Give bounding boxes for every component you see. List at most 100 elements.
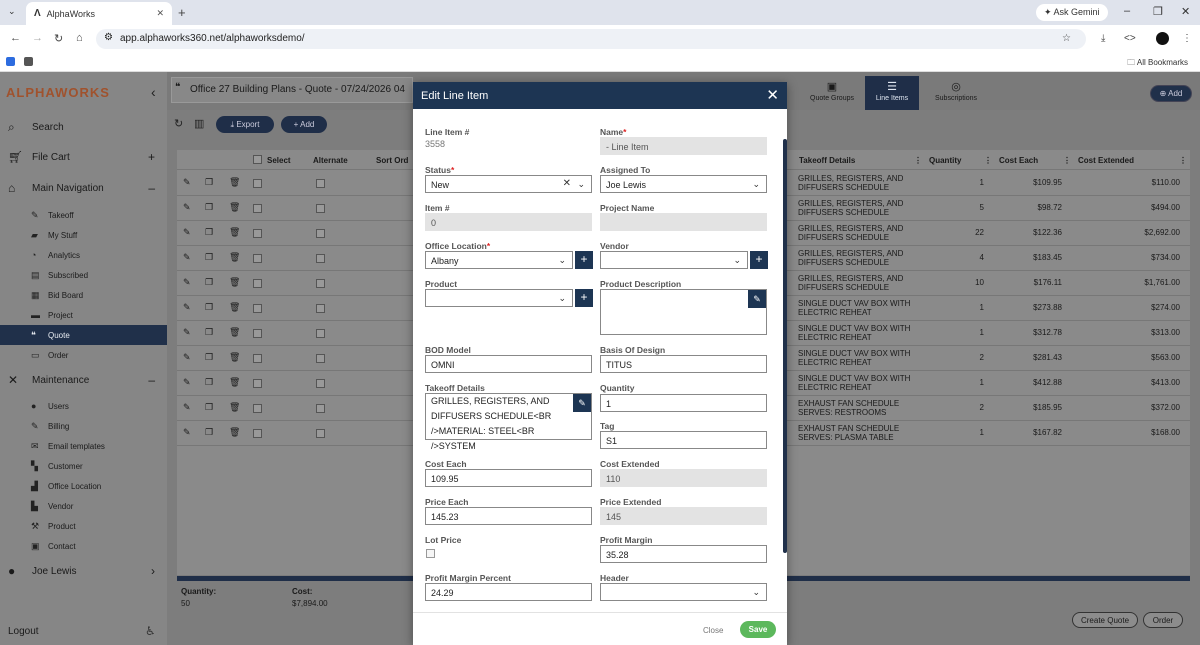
trash-icon[interactable]: 🗑︎	[229, 252, 240, 263]
select-checkbox[interactable]	[253, 204, 262, 213]
column-chooser-icon[interactable]: ▥	[194, 117, 204, 130]
alternate-checkbox[interactable]	[316, 354, 325, 363]
sidebar-user[interactable]: ● Joe Lewis ›	[0, 561, 167, 581]
edit-pencil-icon[interactable]: ✎	[183, 252, 191, 263]
trash-icon[interactable]: 🗑︎	[229, 227, 240, 238]
product-select[interactable]: ⌄	[425, 289, 573, 307]
sidebar-item-vendor[interactable]: ▙ Vendor	[0, 496, 167, 516]
alternate-checkbox[interactable]	[316, 329, 325, 338]
copy-icon[interactable]: ❐	[205, 377, 213, 388]
project-name-field[interactable]	[600, 213, 767, 231]
copy-icon[interactable]: ❐	[205, 327, 213, 338]
tab-search-icon[interactable]: ⌄	[8, 6, 16, 17]
sidebar-item-users[interactable]: ● Users	[0, 396, 167, 416]
sidebar-item-order[interactable]: ▭ Order	[0, 345, 167, 365]
minimize-icon[interactable]: –	[1124, 5, 1130, 17]
cost-each-field[interactable]: 109.95	[425, 469, 592, 487]
url-input[interactable]: ⚙ app.alphaworks360.net/alphaworksdemo/	[96, 29, 1086, 49]
column-quantity[interactable]: Quantity	[929, 156, 961, 165]
alternate-checkbox[interactable]	[316, 404, 325, 413]
sidebar-item-office-location[interactable]: ▟ Office Location	[0, 476, 167, 496]
column-alternate[interactable]: Alternate	[313, 156, 348, 165]
accessibility-icon[interactable]: ♿︎	[145, 624, 156, 638]
alternate-checkbox[interactable]	[316, 254, 325, 263]
copy-icon[interactable]: ❐	[205, 427, 213, 438]
tag-field[interactable]: S1	[600, 431, 767, 449]
column-sort-order[interactable]: Sort Ord	[376, 156, 408, 165]
select-checkbox[interactable]	[253, 354, 262, 363]
copy-icon[interactable]: ❐	[205, 202, 213, 213]
edit-pencil-icon[interactable]: ✎	[573, 394, 591, 412]
name-field[interactable]: - Line Item	[600, 137, 767, 155]
profit-margin-field[interactable]: 35.28	[600, 545, 767, 563]
price-extended-field[interactable]: 145	[600, 507, 767, 525]
copy-icon[interactable]: ❐	[205, 302, 213, 313]
trash-icon[interactable]: 🗑︎	[229, 402, 240, 413]
trash-icon[interactable]: 🗑︎	[229, 377, 240, 388]
collapse-sidebar-icon[interactable]: ‹	[151, 84, 156, 100]
alternate-checkbox[interactable]	[316, 179, 325, 188]
copy-icon[interactable]: ❐	[205, 352, 213, 363]
collapse-icon[interactable]: –	[148, 181, 155, 195]
select-checkbox[interactable]	[253, 229, 262, 238]
copy-icon[interactable]: ❐	[205, 177, 213, 188]
sidebar-main-navigation[interactable]: ⌂ Main Navigation –	[0, 178, 167, 198]
close-icon[interactable]: ✕	[766, 86, 779, 104]
select-checkbox[interactable]	[253, 404, 262, 413]
edit-pencil-icon[interactable]: ✎	[183, 277, 191, 288]
sidebar-item-email-templates[interactable]: ✉ Email templates	[0, 436, 167, 456]
copy-icon[interactable]: ❐	[205, 252, 213, 263]
sidebar-item-subscribed[interactable]: ▤ Subscribed	[0, 265, 167, 285]
back-icon[interactable]: ←	[10, 32, 21, 44]
copy-icon[interactable]: ❐	[205, 227, 213, 238]
home-icon[interactable]: ⌂	[76, 32, 83, 44]
new-tab-icon[interactable]: +	[178, 5, 186, 20]
add-button[interactable]: ⊕ Add	[1150, 85, 1192, 102]
select-checkbox[interactable]	[253, 304, 262, 313]
price-each-field[interactable]: 145.23	[425, 507, 592, 525]
add-vendor-button[interactable]: +	[750, 251, 768, 269]
refresh-icon[interactable]: ↻	[174, 117, 183, 130]
edit-pencil-icon[interactable]: ✎	[183, 177, 191, 188]
sidebar-item-billing[interactable]: ✎ Billing	[0, 416, 167, 436]
takeoff-details-textarea[interactable]: GRILLES, REGISTERS, AND DIFFUSERS SCHEDU…	[425, 393, 592, 451]
download-icon[interactable]: ⤓	[1101, 33, 1105, 44]
bookmark-icon[interactable]	[6, 57, 15, 66]
column-select[interactable]: Select	[267, 156, 291, 165]
status-select[interactable]: New ✕ ⌄	[425, 175, 592, 193]
product-description-textarea[interactable]: ✎	[600, 289, 767, 335]
tab-subscriptions[interactable]: ◎ Subscriptions	[923, 76, 989, 110]
select-checkbox[interactable]	[253, 329, 262, 338]
column-menu-icon[interactable]: ⋮	[914, 156, 922, 165]
bod-model-field[interactable]: OMNI	[425, 355, 592, 373]
select-checkbox[interactable]	[253, 429, 262, 438]
create-quote-button[interactable]: Create Quote	[1072, 612, 1138, 628]
assigned-to-select[interactable]: Joe Lewis ⌄	[600, 175, 767, 193]
edit-pencil-icon[interactable]: ✎	[183, 352, 191, 363]
sidebar-item-bid-board[interactable]: ▦ Bid Board	[0, 285, 167, 305]
reload-icon[interactable]: ↻	[54, 32, 63, 45]
item-number-field[interactable]: 0	[425, 213, 592, 231]
office-location-select[interactable]: Albany ⌄	[425, 251, 573, 269]
clear-icon[interactable]: ✕	[563, 178, 571, 189]
tab-quote-groups[interactable]: ▣ Quote Groups	[800, 76, 864, 110]
edit-pencil-icon[interactable]: ✎	[183, 402, 191, 413]
sidebar-item-customer[interactable]: ▚ Customer	[0, 456, 167, 476]
trash-icon[interactable]: 🗑︎	[229, 277, 240, 288]
sidebar-item-project[interactable]: ▬ Project	[0, 305, 167, 325]
column-menu-icon[interactable]: ⋮	[1179, 156, 1187, 165]
quantity-field[interactable]: 1	[600, 394, 767, 412]
trash-icon[interactable]: 🗑︎	[229, 177, 240, 188]
save-button[interactable]: Save	[740, 621, 776, 638]
column-cost-extended[interactable]: Cost Extended	[1078, 156, 1134, 165]
alternate-checkbox[interactable]	[316, 229, 325, 238]
select-all-checkbox[interactable]	[253, 155, 262, 164]
lot-price-checkbox[interactable]	[426, 549, 435, 558]
bookmark-icon[interactable]	[24, 57, 33, 66]
edit-pencil-icon[interactable]: ✎	[183, 227, 191, 238]
browser-menu-icon[interactable]: ⋮	[1182, 33, 1192, 44]
alternate-checkbox[interactable]	[316, 204, 325, 213]
all-bookmarks[interactable]: 🗀 All Bookmarks	[1127, 57, 1188, 71]
select-checkbox[interactable]	[253, 179, 262, 188]
sidebar-file-cart[interactable]: 🛒︎ File Cart +	[0, 147, 167, 167]
